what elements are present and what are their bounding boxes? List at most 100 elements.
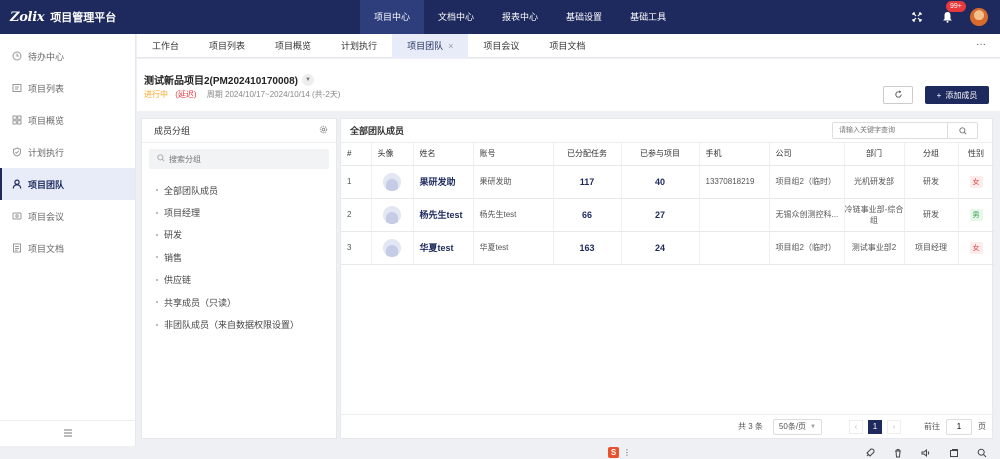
sidebar-item-plan-execution[interactable]: 计划执行 (0, 136, 135, 168)
col-joined-projects[interactable]: 已参与项目 (621, 143, 700, 166)
sidebar-item-project-list[interactable]: 项目列表 (0, 72, 135, 104)
cell-joined-projects[interactable]: 27 (621, 198, 700, 232)
user-icon (12, 179, 22, 189)
cell-name[interactable]: 果研发助 (413, 165, 474, 199)
table-row[interactable]: 2 杨先生test 杨先生test 66 27 无锡众创测控科... 冷链事业部… (341, 198, 995, 232)
topnav-basic-settings[interactable]: 基础设置 (552, 0, 616, 34)
sidebar-item-project-team[interactable]: 项目团队 (0, 168, 135, 200)
search-icon[interactable] (976, 447, 988, 459)
cell-phone: 13370818219 (699, 165, 770, 199)
member-groups-panel: 成员分组 全部团队成员 项目经理 研发 销售 供应链 共享成员（只读） 非团队成… (141, 118, 337, 439)
group-item[interactable]: 项目经理 (142, 201, 336, 223)
sidebar-item-label: 项目会议 (28, 211, 65, 222)
refresh-button[interactable] (883, 86, 913, 104)
sidebar-item-label: 项目列表 (28, 83, 65, 94)
add-member-label: 添加成员 (945, 90, 978, 100)
current-page[interactable]: 1 (868, 419, 882, 434)
avatar (383, 205, 401, 224)
bullet (156, 301, 158, 304)
col-assigned-tasks[interactable]: 已分配任务 (553, 143, 622, 166)
trash-icon[interactable] (892, 447, 904, 459)
app-logo[interactable]: Zolix 项目管理平台 (0, 9, 360, 25)
speaker-icon[interactable] (920, 447, 932, 459)
tab-project-meeting[interactable]: 项目会议 (468, 34, 534, 58)
group-item[interactable]: 全部团队成员 (142, 179, 336, 201)
cell-joined-projects[interactable]: 24 (621, 231, 700, 265)
tab-plan-execution[interactable]: 计划执行 (326, 34, 392, 58)
user-avatar[interactable] (970, 8, 988, 26)
page-size-select[interactable]: 50条/页 ▼ (772, 418, 822, 435)
refresh-icon (894, 89, 903, 101)
cell-company: 项目组2（临时） (769, 165, 845, 199)
page-tabs: 工作台 项目列表 项目概览 计划执行 项目团队 × 项目会议 项目文档 ··· (137, 33, 1000, 58)
project-period: 周期 2024/10/17~2024/10/14 (共-2天) (206, 90, 341, 99)
cell-department: 测试事业部2 (844, 231, 905, 265)
top-right-tools: 99+ (910, 0, 1000, 34)
cell-account: 杨先生test (473, 198, 554, 232)
cell-name[interactable]: 杨先生test (413, 198, 474, 232)
ime-menu-icon: ⋮ (623, 448, 631, 457)
tab-project-team[interactable]: 项目团队 × (392, 33, 469, 58)
sidebar: 待办中心 项目列表 项目概览 计划执行 项目团队 项目会议 项目文档 (0, 34, 136, 446)
table-header-row: # 头像 姓名 账号 已分配任务 已参与项目 手机 公司 部门 分组 性别 (341, 143, 995, 166)
topnav-basic-tools[interactable]: 基础工具 (616, 0, 680, 34)
group-item-label: 共享成员（只读） (164, 297, 237, 308)
table-row[interactable]: 3 华夏test 华夏test 163 24 项目组2（临时） 测试事业部2 项… (341, 231, 995, 265)
sidebar-item-project-meeting[interactable]: 项目会议 (0, 200, 135, 232)
gear-icon[interactable] (319, 125, 328, 136)
sidebar-item-label: 项目团队 (28, 179, 65, 190)
add-member-button[interactable]: + 添加成员 (925, 86, 989, 104)
tab-project-overview[interactable]: 项目概览 (260, 34, 326, 58)
sidebar-collapse-button[interactable] (0, 420, 136, 446)
window-icon[interactable] (948, 447, 960, 459)
project-title[interactable]: 测试新品项目2(PM202410170008) ▼ (144, 72, 314, 87)
sidebar-item-label: 项目概览 (28, 115, 65, 126)
fullscreen-icon[interactable] (910, 10, 924, 24)
topnav-project-center[interactable]: 项目中心 (360, 0, 425, 34)
group-item[interactable]: 销售 (142, 246, 336, 268)
tab-workbench[interactable]: 工作台 (137, 34, 194, 58)
sidebar-item-project-docs[interactable]: 项目文档 (0, 232, 135, 264)
close-icon[interactable]: × (448, 41, 453, 51)
prev-page-button[interactable]: ‹ (849, 419, 863, 434)
clock-icon (12, 51, 22, 61)
topnav-document-center[interactable]: 文档中心 (424, 0, 488, 34)
next-page-button[interactable]: › (887, 419, 901, 434)
table-row[interactable]: 1 果研发助 果研发助 117 40 13370818219 项目组2（临时） … (341, 165, 995, 199)
topnav-report-center[interactable]: 报表中心 (488, 0, 552, 34)
cell-assigned-tasks[interactable]: 163 (553, 231, 622, 265)
cell-joined-projects[interactable]: 40 (621, 165, 700, 199)
cell-assigned-tasks[interactable]: 117 (553, 165, 622, 199)
top-navigation-bar: Zolix 项目管理平台 项目中心 文档中心 报表中心 基础设置 基础工具 99… (0, 0, 1000, 34)
member-search (832, 122, 978, 139)
input-method-indicator[interactable]: S ⋮ (608, 446, 631, 459)
group-search-input[interactable] (169, 154, 319, 164)
cell-department: 冷链事业部-综合组 (844, 198, 905, 232)
sidebar-item-todo[interactable]: 待办中心 (0, 40, 135, 72)
search-button[interactable] (947, 123, 977, 138)
cell-name[interactable]: 华夏test (413, 231, 474, 265)
meeting-icon (12, 211, 22, 221)
more-icon[interactable]: ··· (976, 34, 986, 56)
member-search-input[interactable] (833, 123, 947, 138)
menu-icon (63, 428, 73, 440)
cell-assigned-tasks[interactable]: 66 (553, 198, 622, 232)
sidebar-item-label: 项目文档 (28, 243, 65, 254)
group-item[interactable]: 研发 (142, 224, 336, 246)
tab-project-list[interactable]: 项目列表 (194, 34, 260, 58)
group-item[interactable]: 非团队成员（来自数据权限设置） (142, 313, 336, 335)
bell-icon[interactable]: 99+ (940, 1, 966, 24)
chevron-down-icon[interactable]: ▼ (301, 73, 314, 86)
tab-project-docs[interactable]: 项目文档 (534, 34, 600, 58)
group-item[interactable]: 供应链 (142, 269, 336, 291)
rocket-icon[interactable] (864, 447, 876, 459)
sidebar-item-project-overview[interactable]: 项目概览 (0, 104, 135, 136)
members-table: # 头像 姓名 账号 已分配任务 已参与项目 手机 公司 部门 分组 性别 1 … (341, 143, 995, 265)
bullet (156, 278, 158, 281)
goto-page-input[interactable] (946, 418, 972, 435)
group-item[interactable]: 共享成员（只读） (142, 291, 336, 313)
bullet (156, 323, 158, 326)
group-search[interactable] (149, 149, 329, 169)
groups-title: 成员分组 (154, 126, 191, 136)
cell-gender: 女 (958, 165, 995, 199)
